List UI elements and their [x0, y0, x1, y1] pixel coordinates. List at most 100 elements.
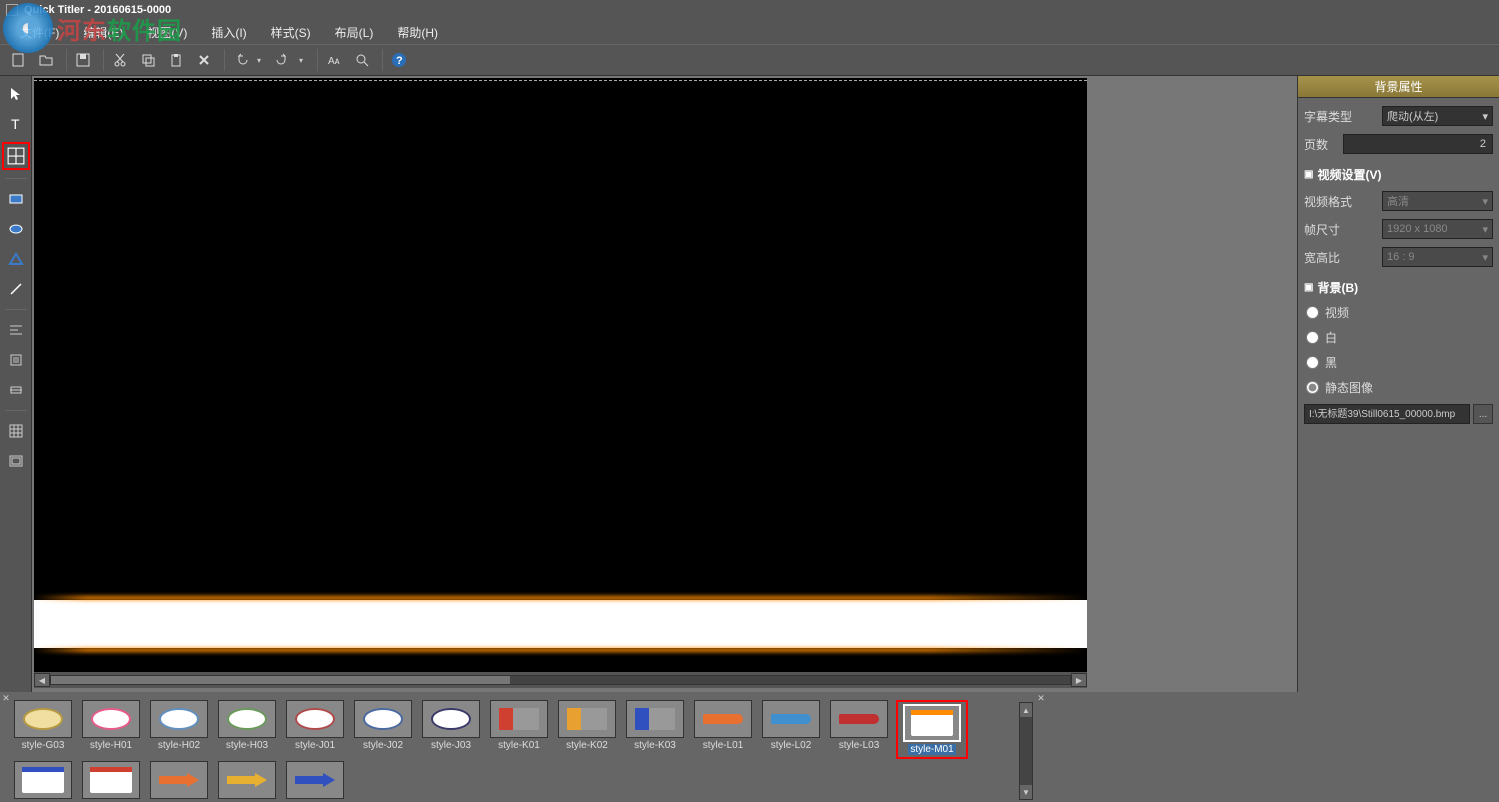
- style-item[interactable]: style-M01: [896, 700, 968, 759]
- style-item[interactable]: style-J01: [284, 700, 346, 759]
- style-item[interactable]: style-H01: [80, 700, 142, 759]
- new-button[interactable]: [6, 48, 30, 72]
- svg-text:Aᴀ: Aᴀ: [328, 56, 340, 67]
- style-label: style-J01: [295, 740, 335, 751]
- style-item[interactable]: style-L01: [692, 700, 754, 759]
- align-tool-3[interactable]: [4, 378, 28, 402]
- menubar: 文件(F) 编辑(E) 视图(V) 插入(I) 样式(S) 布局(L) 帮助(H…: [0, 20, 1499, 44]
- pages-input[interactable]: [1343, 134, 1493, 154]
- ellipse-tool[interactable]: [4, 217, 28, 241]
- safe-area-tool[interactable]: [4, 449, 28, 473]
- radio-still[interactable]: 静态图像: [1304, 379, 1493, 396]
- video-format-select: 高清▾: [1382, 191, 1493, 211]
- style-item[interactable]: style-H03: [216, 700, 278, 759]
- svg-text:T: T: [11, 116, 20, 132]
- app-icon: [6, 4, 18, 16]
- canvas-viewport[interactable]: [34, 78, 1087, 672]
- rectangle-tool[interactable]: [4, 187, 28, 211]
- toolbar: ▾ ▾ Aᴀ ?: [0, 44, 1499, 76]
- aspect-select: 16 : 9▾: [1382, 247, 1493, 267]
- text-style-button[interactable]: Aᴀ: [322, 48, 346, 72]
- help-button[interactable]: ?: [387, 48, 411, 72]
- style-label: style-K02: [566, 740, 608, 751]
- bottom-right-panel: ✕: [1033, 692, 1499, 802]
- style-item[interactable]: style-J03: [420, 700, 482, 759]
- radio-white[interactable]: 白: [1304, 329, 1493, 346]
- align-tool-1[interactable]: [4, 318, 28, 342]
- frame-size-select: 1920 x 1080▾: [1382, 219, 1493, 239]
- scroll-down-icon[interactable]: ▼: [1020, 785, 1032, 799]
- window-title: Quick Titler - 20160615-0000: [24, 4, 171, 16]
- text-tool[interactable]: T: [4, 112, 28, 136]
- delete-button[interactable]: [192, 48, 216, 72]
- canvas-scrollbar[interactable]: ◀ ▶: [34, 672, 1087, 688]
- triangle-tool[interactable]: [4, 247, 28, 271]
- style-item[interactable]: style-K03: [624, 700, 686, 759]
- grid-tool[interactable]: [4, 419, 28, 443]
- video-format-label: 视频格式: [1304, 193, 1376, 210]
- style-item[interactable]: style-L03: [828, 700, 890, 759]
- line-tool[interactable]: [4, 277, 28, 301]
- bg-section-header[interactable]: ▣背景(B): [1304, 279, 1493, 296]
- chevron-down-icon: ▾: [1482, 110, 1488, 123]
- style-item[interactable]: style-L02: [760, 700, 822, 759]
- scroll-right-icon[interactable]: ▶: [1071, 673, 1087, 687]
- aspect-label: 宽高比: [1304, 249, 1376, 266]
- style-item[interactable]: [148, 761, 210, 801]
- browse-button[interactable]: ...: [1473, 404, 1493, 424]
- redo-dropdown[interactable]: ▾: [299, 56, 309, 65]
- style-item[interactable]: style-G03: [12, 700, 74, 759]
- paste-button[interactable]: [164, 48, 188, 72]
- lower-third-title[interactable]: [34, 596, 1087, 654]
- menu-file[interactable]: 文件(F): [8, 21, 71, 44]
- scroll-left-icon[interactable]: ◀: [34, 673, 50, 687]
- style-item[interactable]: [284, 761, 346, 801]
- collapse-icon: ▣: [1304, 169, 1313, 180]
- undo-dropdown[interactable]: ▾: [257, 56, 267, 65]
- find-button[interactable]: [350, 48, 374, 72]
- style-item[interactable]: [216, 761, 278, 801]
- menu-view[interactable]: 视图(V): [135, 21, 199, 44]
- close-styles-icon[interactable]: ✕: [0, 692, 12, 704]
- style-item[interactable]: style-K02: [556, 700, 618, 759]
- save-button[interactable]: [71, 48, 95, 72]
- subtitle-type-label: 字幕类型: [1304, 108, 1376, 125]
- style-label: style-J02: [363, 740, 403, 751]
- canvas-area: ◀ ▶: [32, 76, 1089, 692]
- styles-scrollbar[interactable]: ▲ ▼: [1019, 702, 1033, 800]
- cut-button[interactable]: [108, 48, 132, 72]
- image-tool[interactable]: [2, 142, 30, 170]
- close-right-icon[interactable]: ✕: [1035, 692, 1047, 704]
- style-label: style-L02: [771, 740, 812, 751]
- selection-tool[interactable]: [4, 82, 28, 106]
- style-item[interactable]: [12, 761, 74, 801]
- scroll-thumb[interactable]: [51, 676, 510, 684]
- copy-button[interactable]: [136, 48, 160, 72]
- open-button[interactable]: [34, 48, 58, 72]
- style-item[interactable]: style-K01: [488, 700, 550, 759]
- style-item[interactable]: style-H02: [148, 700, 210, 759]
- undo-button[interactable]: [229, 48, 253, 72]
- svg-text:?: ?: [396, 55, 403, 67]
- pages-label: 页数: [1304, 136, 1337, 153]
- menu-layout[interactable]: 布局(L): [323, 21, 386, 44]
- style-label: style-L03: [839, 740, 880, 751]
- style-item[interactable]: style-J02: [352, 700, 414, 759]
- bg-path-input[interactable]: I:\无标题39\Still0615_00000.bmp: [1304, 404, 1470, 424]
- menu-edit[interactable]: 编辑(E): [71, 21, 135, 44]
- radio-video[interactable]: 视频: [1304, 304, 1493, 321]
- styles-panel: ✕ style-G03style-H01style-H02style-H03 st…: [0, 692, 1033, 802]
- video-section-header[interactable]: ▣视频设置(V): [1304, 166, 1493, 183]
- style-label: style-K01: [498, 740, 540, 751]
- subtitle-type-select[interactable]: 爬动(从左)▾: [1382, 106, 1493, 126]
- menu-help[interactable]: 帮助(H): [385, 21, 450, 44]
- style-item[interactable]: [80, 761, 142, 801]
- redo-button[interactable]: [271, 48, 295, 72]
- align-tool-2[interactable]: [4, 348, 28, 372]
- scroll-up-icon[interactable]: ▲: [1020, 703, 1032, 717]
- left-toolbox: T: [0, 76, 32, 692]
- radio-black[interactable]: 黑: [1304, 354, 1493, 371]
- menu-style[interactable]: 样式(S): [259, 21, 323, 44]
- properties-panel: 背景属性 字幕类型 爬动(从左)▾ 页数 ▣视频设置(V) 视频格式 高清▾ 帧…: [1297, 76, 1499, 692]
- menu-insert[interactable]: 插入(I): [199, 21, 258, 44]
